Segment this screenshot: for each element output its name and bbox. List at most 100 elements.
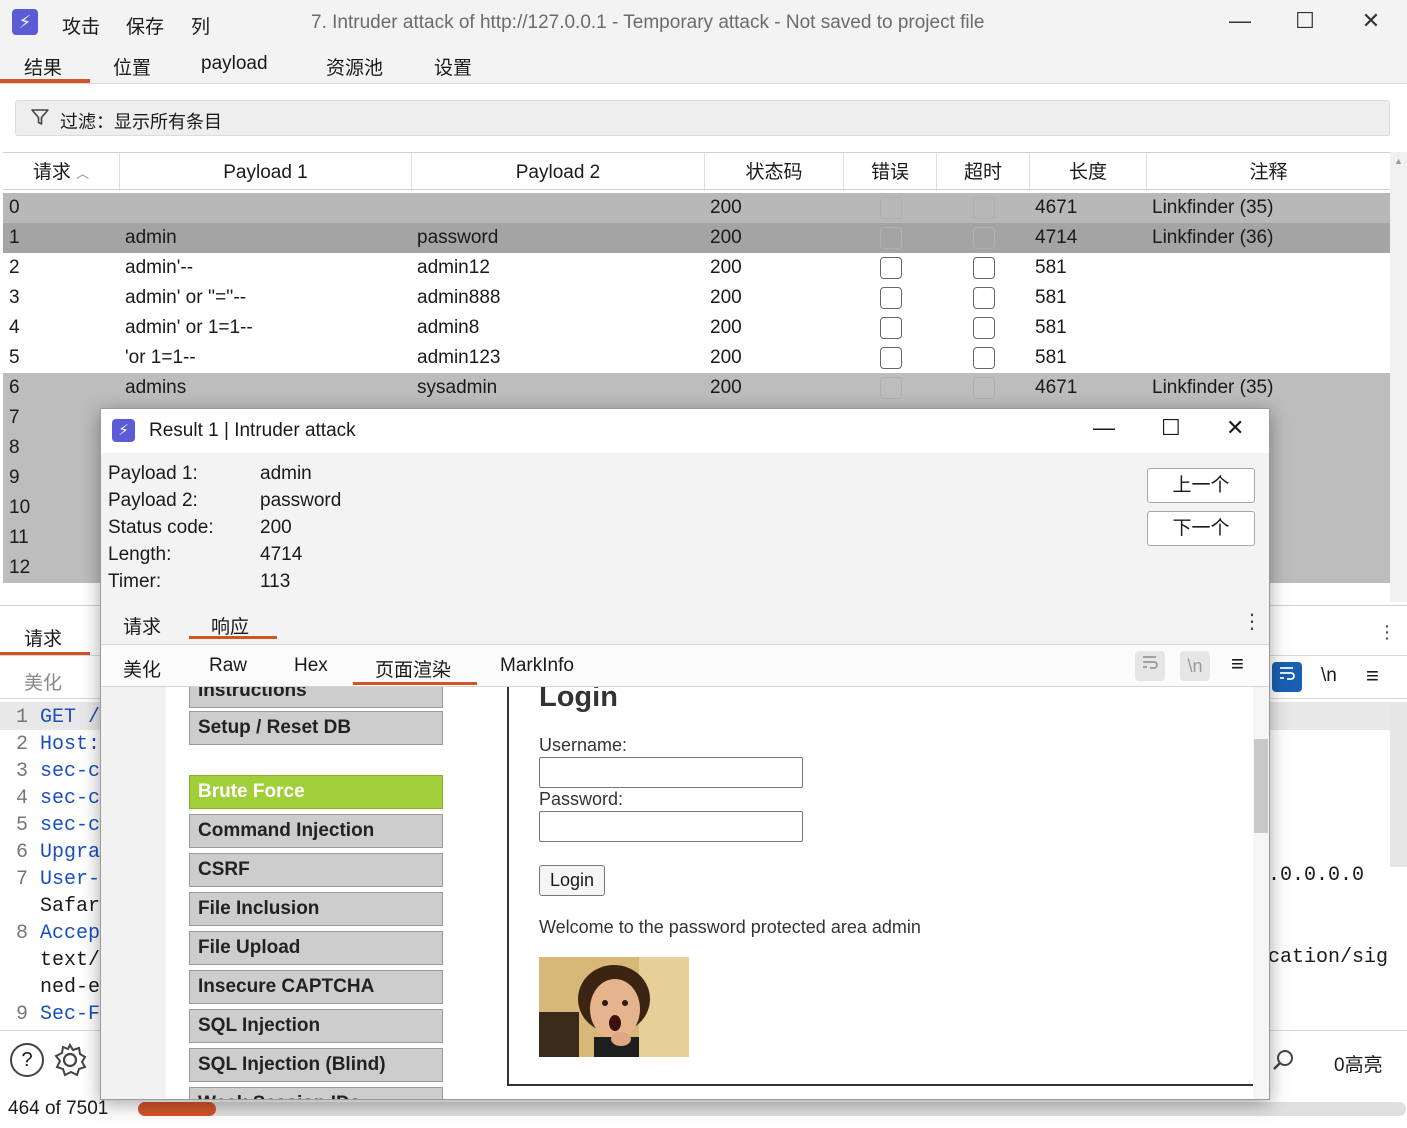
menu-csrf[interactable]: CSRF — [189, 853, 443, 887]
more-options-icon[interactable]: ⋮ — [1378, 622, 1396, 643]
col-header-length[interactable]: 长度 — [1030, 153, 1147, 191]
newline-toggle[interactable]: \n — [1321, 665, 1337, 687]
table-row[interactable]: 4 admin' or 1=1-- admin8 200 581 — [3, 313, 1390, 343]
wrap-icon[interactable] — [1135, 651, 1165, 681]
help-icon[interactable]: ? — [10, 1043, 44, 1077]
password-label: Password: — [539, 789, 624, 809]
line-number: 9 — [16, 1003, 29, 1026]
subtab-hex[interactable]: Hex — [294, 655, 328, 677]
menu-file-upload[interactable]: File Upload — [189, 931, 443, 965]
line-text: Safar — [40, 895, 101, 918]
code-line: text/ — [16, 949, 100, 972]
cell-note: Linkfinder (36) — [1152, 227, 1274, 248]
tab-payloads[interactable]: payload — [201, 53, 268, 75]
more-options-icon[interactable]: ⋮ — [1242, 609, 1262, 634]
col-header-timeout[interactable]: 超时 — [937, 153, 1030, 191]
menu-sql-injection-blind[interactable]: SQL Injection (Blind) — [189, 1048, 443, 1082]
timeout-checkbox — [973, 287, 995, 309]
tab-resource-pool[interactable]: 资源池 — [326, 53, 383, 80]
table-row[interactable]: 5 'or 1=1-- admin123 200 581 — [3, 343, 1390, 373]
tab-results[interactable]: 结果 — [24, 53, 62, 80]
code-scrollbar[interactable] — [1390, 702, 1407, 867]
tab-pretty[interactable]: 美化 — [24, 668, 62, 695]
cell-length: 581 — [1035, 287, 1067, 308]
subtab-render[interactable]: 页面渲染 — [375, 655, 451, 682]
dialog-close-icon[interactable]: ✕ — [1226, 415, 1244, 441]
code-line: 3 sec-c — [16, 760, 100, 783]
cell-status: 200 — [710, 287, 742, 308]
table-scrollbar[interactable]: ▲ — [1390, 152, 1407, 602]
render-scroll-thumb[interactable] — [1254, 739, 1268, 833]
col-header-payload2[interactable]: Payload 2 — [412, 153, 705, 191]
login-button[interactable]: Login — [539, 865, 606, 896]
info-label-payload2: Payload 2: — [108, 490, 198, 511]
menu-weak-session-ids[interactable]: Weak Session IDs — [189, 1087, 443, 1099]
password-field[interactable] — [539, 811, 803, 842]
tab-response[interactable]: 响应 — [211, 612, 249, 639]
col-header-comment[interactable]: 注释 — [1147, 153, 1390, 191]
info-value-timer: 113 — [260, 571, 291, 592]
cell-req: 11 — [9, 527, 29, 548]
col-header-error[interactable]: 错误 — [844, 153, 937, 191]
menu-setup-reset-db[interactable]: Setup / Reset DB — [189, 711, 443, 745]
table-row[interactable]: 6 admins sysadmin 200 4671 Linkfinder (35) — [3, 373, 1390, 403]
tab-settings[interactable]: 设置 — [434, 53, 472, 80]
menu-brute-force[interactable]: Brute Force — [189, 775, 443, 809]
close-icon[interactable]: ✕ — [1351, 8, 1391, 34]
col-header-status[interactable]: 状态码 — [705, 153, 844, 191]
tab-request[interactable]: 请求 — [123, 612, 161, 639]
subtab-markinfo[interactable]: MarkInfo — [500, 655, 574, 677]
cell-req: 3 — [9, 287, 20, 308]
result-dialog: ⚡ Result 1 | Intruder attack — ☐ ✕ Paylo… — [100, 408, 1270, 1100]
menu-save[interactable]: 保存 — [126, 12, 164, 39]
table-row[interactable]: 2 admin'-- admin12 200 581 — [3, 253, 1390, 283]
scroll-up-icon[interactable]: ▲ — [1394, 156, 1403, 166]
col-header-request[interactable]: 请求 ︿ — [3, 153, 120, 191]
col-header-payload1[interactable]: Payload 1 — [120, 153, 412, 191]
menu-insecure-captcha[interactable]: Insecure CAPTCHA — [189, 970, 443, 1004]
table-row[interactable]: 1 admin password 200 4714 Linkfinder (36) — [3, 223, 1390, 253]
line-number: 1 — [16, 706, 29, 729]
tab-positions[interactable]: 位置 — [113, 53, 151, 80]
gear-icon[interactable] — [52, 1042, 88, 1083]
error-checkbox — [880, 227, 902, 249]
subtab-raw[interactable]: Raw — [209, 655, 247, 677]
cell-status: 200 — [710, 377, 742, 398]
next-button[interactable]: 下一个 — [1147, 511, 1255, 546]
cell-req: 5 — [9, 347, 20, 368]
filter-bar[interactable]: 过滤：显示所有条目 — [15, 100, 1390, 136]
table-row[interactable]: 3 admin' or ''=''-- admin888 200 581 — [3, 283, 1390, 313]
wrap-icon[interactable] — [1272, 662, 1302, 692]
dialog-tabs: 请求 响应 ⋮ — [101, 609, 1269, 645]
tab-request[interactable]: 请求 — [24, 624, 62, 651]
line-text: text/ — [40, 949, 101, 972]
menu-attack[interactable]: 攻击 — [62, 12, 100, 39]
timeout-checkbox — [973, 227, 995, 249]
menu-columns[interactable]: 列 — [191, 12, 210, 39]
cell-length: 4714 — [1035, 227, 1078, 248]
menu-icon[interactable]: ≡ — [1231, 651, 1244, 677]
subtab-pretty[interactable]: 美化 — [123, 655, 161, 682]
code-line: 4 sec-c — [16, 787, 100, 810]
filter-icon — [30, 107, 50, 133]
login-panel: Login Username: Password: Login Welcome … — [507, 687, 1253, 1086]
username-field[interactable] — [539, 757, 803, 788]
dialog-minimize-icon[interactable]: — — [1093, 415, 1115, 441]
menu-command-injection[interactable]: Command Injection — [189, 814, 443, 848]
table-row[interactable]: 0 200 4671 Linkfinder (35) — [3, 193, 1390, 223]
menu-sql-injection[interactable]: SQL Injection — [189, 1009, 443, 1043]
line-text: Accep — [40, 922, 101, 945]
menu-instructions[interactable]: Instructions — [189, 687, 443, 708]
newline-toggle[interactable]: \n — [1180, 651, 1210, 681]
dialog-maximize-icon[interactable]: ☐ — [1161, 415, 1181, 441]
previous-button[interactable]: 上一个 — [1147, 468, 1255, 503]
maximize-icon[interactable]: ☐ — [1285, 8, 1325, 34]
cell-status: 200 — [710, 257, 742, 278]
menu-icon[interactable]: ≡ — [1366, 663, 1379, 689]
search-icon[interactable] — [1268, 1046, 1298, 1081]
cell-p1: admins — [125, 377, 187, 398]
menu-file-inclusion[interactable]: File Inclusion — [189, 892, 443, 926]
minimize-icon[interactable]: — — [1220, 8, 1260, 34]
info-label-length: Length: — [108, 544, 172, 565]
cell-p1: admin' or ''=''-- — [125, 287, 247, 308]
